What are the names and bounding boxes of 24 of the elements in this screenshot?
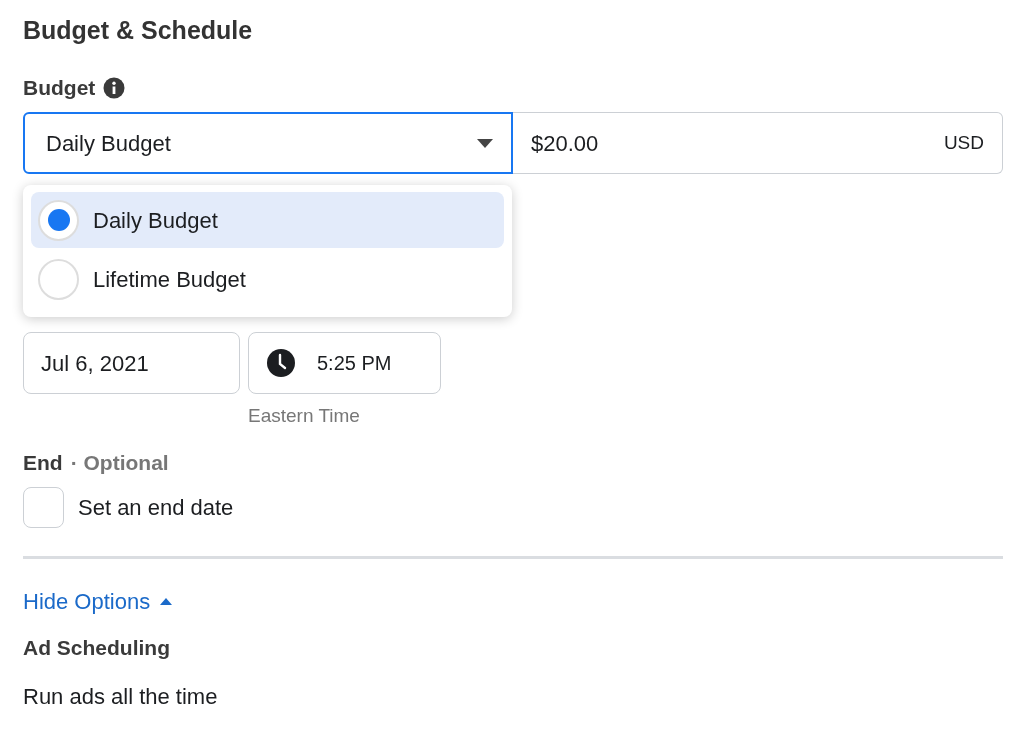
checkbox-label: Set an end date <box>78 493 234 522</box>
caret-icon <box>160 597 173 605</box>
option-label: Lifetime Budget <box>93 265 246 294</box>
radio-button[interactable] <box>38 258 79 300</box>
field-label: End <box>23 449 63 476</box>
schedule-text: Run ads all the time <box>23 682 219 711</box>
clock-icon <box>267 349 295 377</box>
section-title: Budget & Schedule <box>23 15 254 46</box>
date-field[interactable]: Jul 6, 2021 <box>23 332 240 394</box>
caret-icon <box>477 138 493 148</box>
field-label: Budget <box>23 75 96 101</box>
budget-amount-field[interactable]: $20.00 USD <box>513 112 1003 174</box>
timezone-label: Eastern Time <box>248 404 361 428</box>
option-label: Daily Budget <box>93 206 218 235</box>
checkbox[interactable] <box>23 486 64 528</box>
time-field[interactable]: 5:25 PM <box>248 332 441 394</box>
info-icon[interactable] <box>103 77 126 99</box>
hide-options-link[interactable]: Hide Options <box>23 584 173 618</box>
dropdown-option[interactable]: Daily Budget <box>31 192 504 248</box>
radio-button[interactable] <box>38 199 79 241</box>
section-label: Ad Scheduling <box>23 634 171 661</box>
budget-type-dropdown[interactable]: Daily Budget <box>23 112 513 174</box>
dropdown-option[interactable]: Lifetime Budget <box>31 251 504 307</box>
optional-label: · Optional <box>70 449 169 476</box>
